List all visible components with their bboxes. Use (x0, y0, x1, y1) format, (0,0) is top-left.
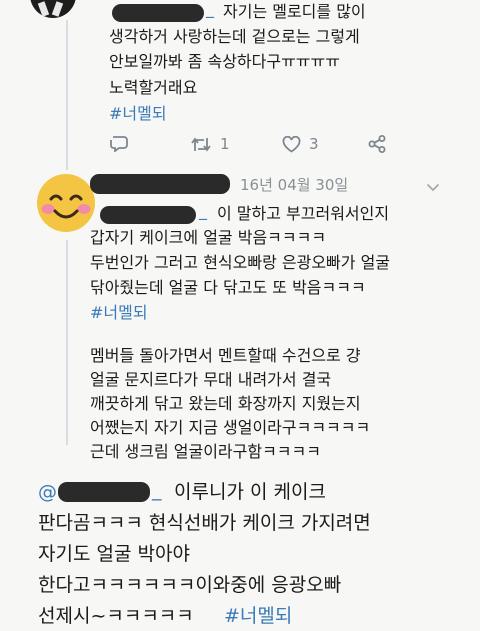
retweet-icon (191, 137, 211, 151)
tweet-text-line: 자기도 얼굴 박아야 (38, 543, 190, 565)
redacted-username (58, 482, 150, 502)
tweet-text-line: 선제시~ㅋㅋㅋㅋㅋ (38, 605, 194, 627)
thread-line (66, 20, 68, 170)
hashtag-link[interactable]: #너멜되 (224, 602, 292, 630)
like-button[interactable]: 3 (282, 135, 319, 153)
mention-suffix[interactable]: _ (199, 197, 207, 224)
tweet-text-line: 자기는 멜로디를 많이 (223, 2, 366, 21)
mention-suffix[interactable]: _ (206, 0, 214, 22)
hashtag-link[interactable]: #너멜되 (109, 100, 167, 127)
tweet-text-line: 어쨌는지 자기 지금 생얼이라구ㅋㅋㅋㅋㅋ (90, 418, 371, 437)
mention-at[interactable]: @ (38, 478, 57, 506)
share-button[interactable] (368, 135, 386, 153)
tweet-text-line: 얼굴 문지르다가 무대 내려가서 결국 (90, 370, 332, 389)
mention-suffix[interactable]: _ (152, 476, 162, 504)
heart-icon (282, 135, 301, 153)
tweet-text-line: 한다고ㅋㅋㅋㅋㅋㅋ이와중에 응광오빠 (38, 574, 342, 596)
tweet-text-line: 안보일까봐 좀 속상하다구ㅠㅠㅠㅠ (109, 52, 340, 71)
retweet-count: 1 (220, 135, 230, 153)
like-count: 3 (309, 135, 319, 153)
chevron-down-icon[interactable] (426, 183, 440, 192)
smiling-face-emoji (37, 174, 95, 232)
tweet-text-line: 판다곰ㅋㅋㅋ 현식선배가 케이크 가지려면 (38, 512, 371, 534)
tweet-text-line: 생각하거 사랑하는데 겉으로는 그렇게 (109, 27, 360, 46)
redacted-display-name (90, 174, 230, 194)
retweet-button[interactable]: 1 (190, 135, 230, 153)
tweet-date[interactable]: 16년 04월 30일 (240, 172, 348, 199)
hashtag-link[interactable]: #너멜되 (90, 299, 148, 326)
tweet-text-line: 근데 생크림 얼굴이라구함ㅋㅋㅋㅋ (90, 442, 321, 461)
tweet-text-line: 깨끗하게 닦고 왔는데 화장까지 지웠는지 (90, 394, 361, 413)
share-icon (368, 135, 386, 153)
redacted-username (100, 206, 196, 224)
tweet-text-line: 이루니가 이 케이크 (174, 481, 326, 503)
tweet-text-line: 닦아줬는데 얼굴 다 닦고도 또 박음ㅋㅋㅋ (90, 278, 366, 297)
tweet-text-line: 멤버들 돌아가면서 멘트할때 수건으로 걍 (90, 346, 361, 365)
reply-icon (110, 136, 128, 152)
tweet-text-line: 노력할거래요 (109, 78, 198, 97)
tweet-text-line: 갑자기 케이크에 얼굴 박음ㅋㅋㅋㅋ (90, 228, 327, 247)
avatar-top[interactable] (30, 0, 76, 18)
tweet-text-line: 두번인가 그러고 현식오빠랑 은광오빠가 얼굴 (90, 253, 391, 272)
redacted-username (112, 4, 204, 22)
thread-line (66, 240, 68, 445)
tweet-text-line: 이 말하고 부끄러워서인지 (217, 204, 390, 223)
reply-button[interactable] (110, 135, 136, 152)
avatar[interactable] (36, 173, 96, 233)
